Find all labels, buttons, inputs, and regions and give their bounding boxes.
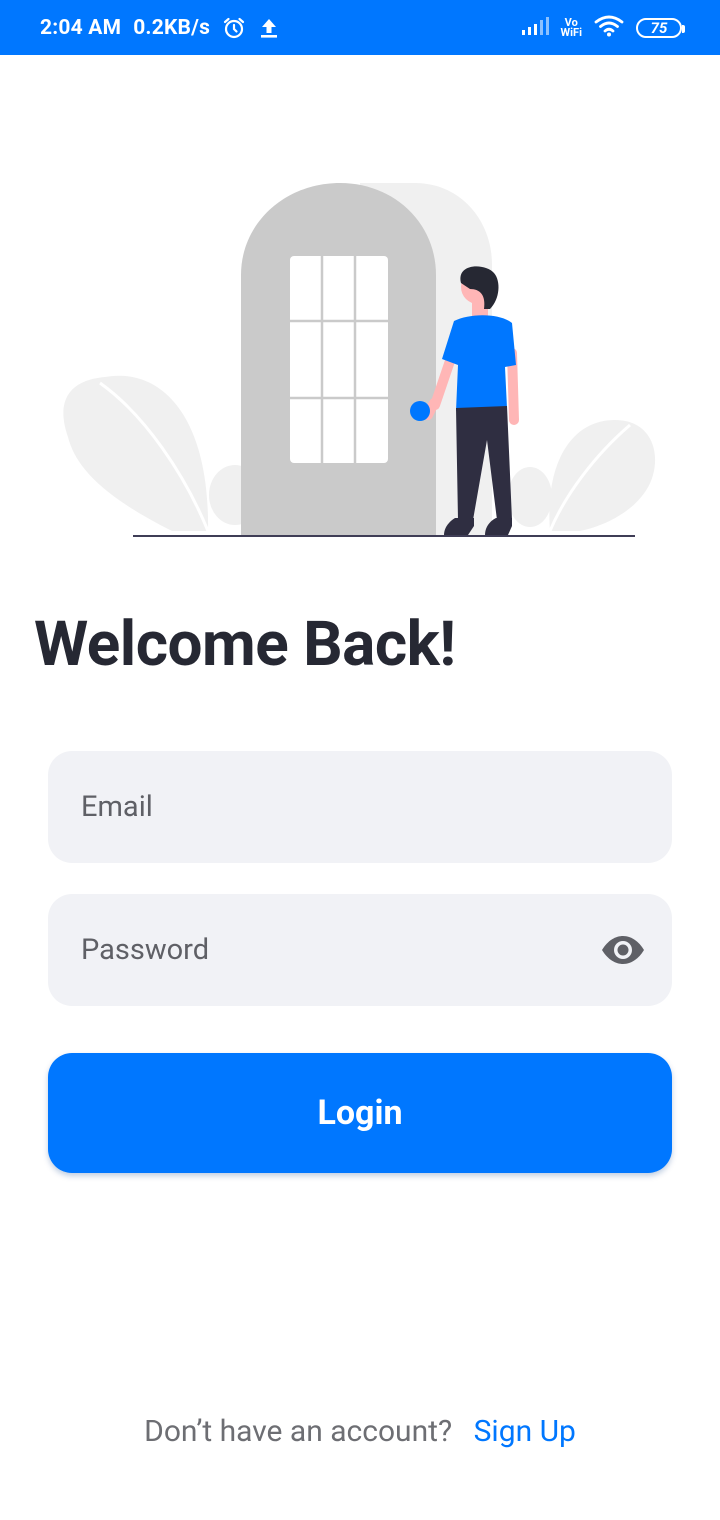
email-input[interactable] [81,790,646,824]
eye-icon[interactable] [600,934,646,966]
password-field[interactable] [48,894,672,1006]
login-button[interactable]: Login [48,1053,672,1173]
vowifi-indicator: Vo WiFi [560,17,582,39]
signup-prompt: Don’t have an account? [144,1414,453,1449]
email-field[interactable] [48,751,672,863]
signal-icon [521,16,549,40]
sign-up-link[interactable]: Sign Up [474,1414,576,1449]
battery-icon: 75 [636,17,685,38]
status-time: 2:04 AM [40,15,122,40]
alarm-icon [222,16,246,40]
signup-row: Don’t have an account? Sign Up [0,1414,720,1449]
page-title: Welcome Back! [34,608,456,681]
password-input[interactable] [81,933,600,967]
status-bar-left: 2:04 AM 0.2KB/s [40,16,280,40]
status-bar: 2:04 AM 0.2KB/s Vo WiFi 75 [0,0,720,55]
upload-icon [258,16,280,40]
wifi-icon [594,15,624,41]
status-bar-right: Vo WiFi 75 [521,15,685,41]
person-at-door-illustration [60,175,660,545]
network-speed: 0.2KB/s [133,15,211,40]
vowifi-bottom: WiFi [560,25,582,39]
